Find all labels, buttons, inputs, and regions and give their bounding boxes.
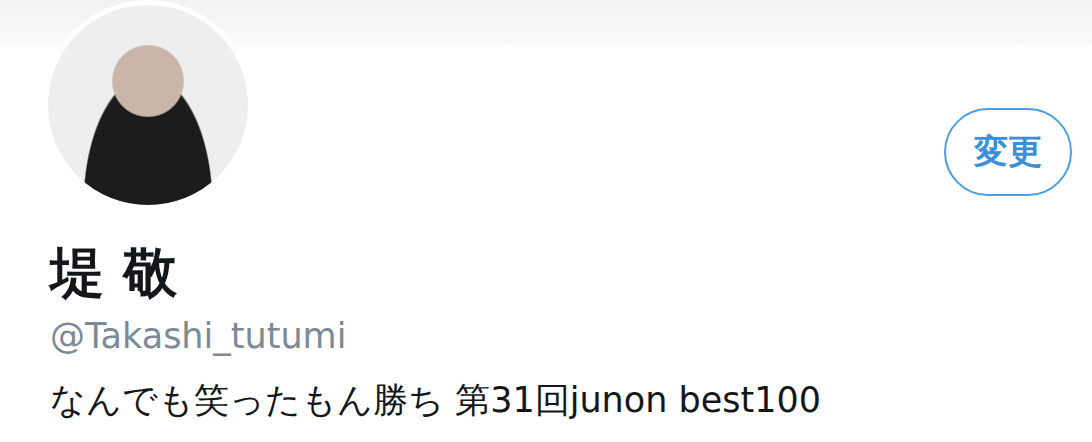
avatar[interactable]: [43, 0, 253, 210]
display-name: 堤 敬: [50, 240, 1072, 306]
edit-button[interactable]: 変更: [944, 108, 1072, 196]
user-handle: @Takashi_tutumi: [50, 314, 1072, 358]
profile-info: 堤 敬 @Takashi_tutumi なんでも笑ったもん勝ち 第31回junon …: [0, 210, 1092, 422]
profile-row: 変更: [0, 45, 1092, 210]
bio-text: なんでも笑ったもん勝ち 第31回junon best100: [50, 378, 1072, 422]
button-area: 変更: [944, 45, 1072, 196]
